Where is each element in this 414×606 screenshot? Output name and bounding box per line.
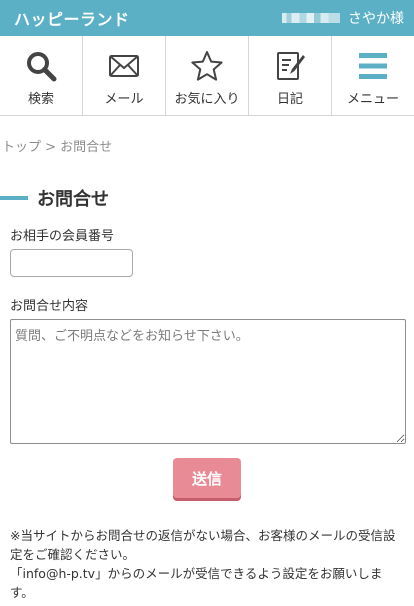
main-nav: 検索 メール お気に入り 日記 メニュー xyxy=(0,36,414,116)
nav-label-mail: メール xyxy=(104,92,144,107)
user-name: さやか様 xyxy=(348,11,404,27)
nav-diary[interactable]: 日記 xyxy=(249,36,332,115)
notice-line-1: ※当サイトからお問合せの返信がない場合、お客様のメールの受信設定をご確認ください… xyxy=(10,528,396,562)
masked-user-id xyxy=(282,13,340,23)
title-accent-bar xyxy=(0,196,28,200)
submit-button[interactable]: 送信 xyxy=(173,458,241,498)
mail-icon xyxy=(107,50,141,82)
nav-mail[interactable]: メール xyxy=(83,36,166,115)
nav-label-search: 検索 xyxy=(27,92,54,107)
breadcrumb: トップ > お問合せ xyxy=(2,140,113,155)
notice-text: ※当サイトからお問合せの返信がない場合、お客様のメールの受信設定をご確認ください… xyxy=(0,526,414,602)
nav-favorites[interactable]: お気に入り xyxy=(166,36,249,115)
page-title: お問合せ xyxy=(37,189,109,210)
nav-label-menu: メニュー xyxy=(346,92,399,107)
nav-search[interactable]: 検索 xyxy=(0,36,83,115)
inquiry-content-textarea[interactable] xyxy=(10,319,406,444)
inquiry-content-label: お問合せ内容 xyxy=(10,299,89,314)
user-info: さやか様 xyxy=(282,8,404,28)
star-icon xyxy=(190,50,224,82)
submit-wrap: 送信 xyxy=(10,458,404,498)
page-title-row: お問合せ xyxy=(0,185,414,211)
app-header: ハッピーランド さやか様 xyxy=(0,0,414,36)
nav-label-favorites: お気に入り xyxy=(174,92,240,107)
search-icon xyxy=(24,50,58,82)
notice-line-2: 「info@h-p.tv」からのメールが受信できるよう設定をお願いします。 xyxy=(10,566,383,600)
nav-label-diary: 日記 xyxy=(276,92,303,107)
inquiry-form: お相手の会員番号 お問合せ内容 送信 xyxy=(0,225,414,498)
member-number-label: お相手の会員番号 xyxy=(10,229,115,244)
site-logo[interactable]: ハッピーランド xyxy=(14,6,130,30)
member-number-input[interactable] xyxy=(10,249,133,277)
menu-icon xyxy=(356,50,390,82)
nav-menu[interactable]: メニュー xyxy=(332,36,414,115)
diary-icon xyxy=(273,50,307,82)
